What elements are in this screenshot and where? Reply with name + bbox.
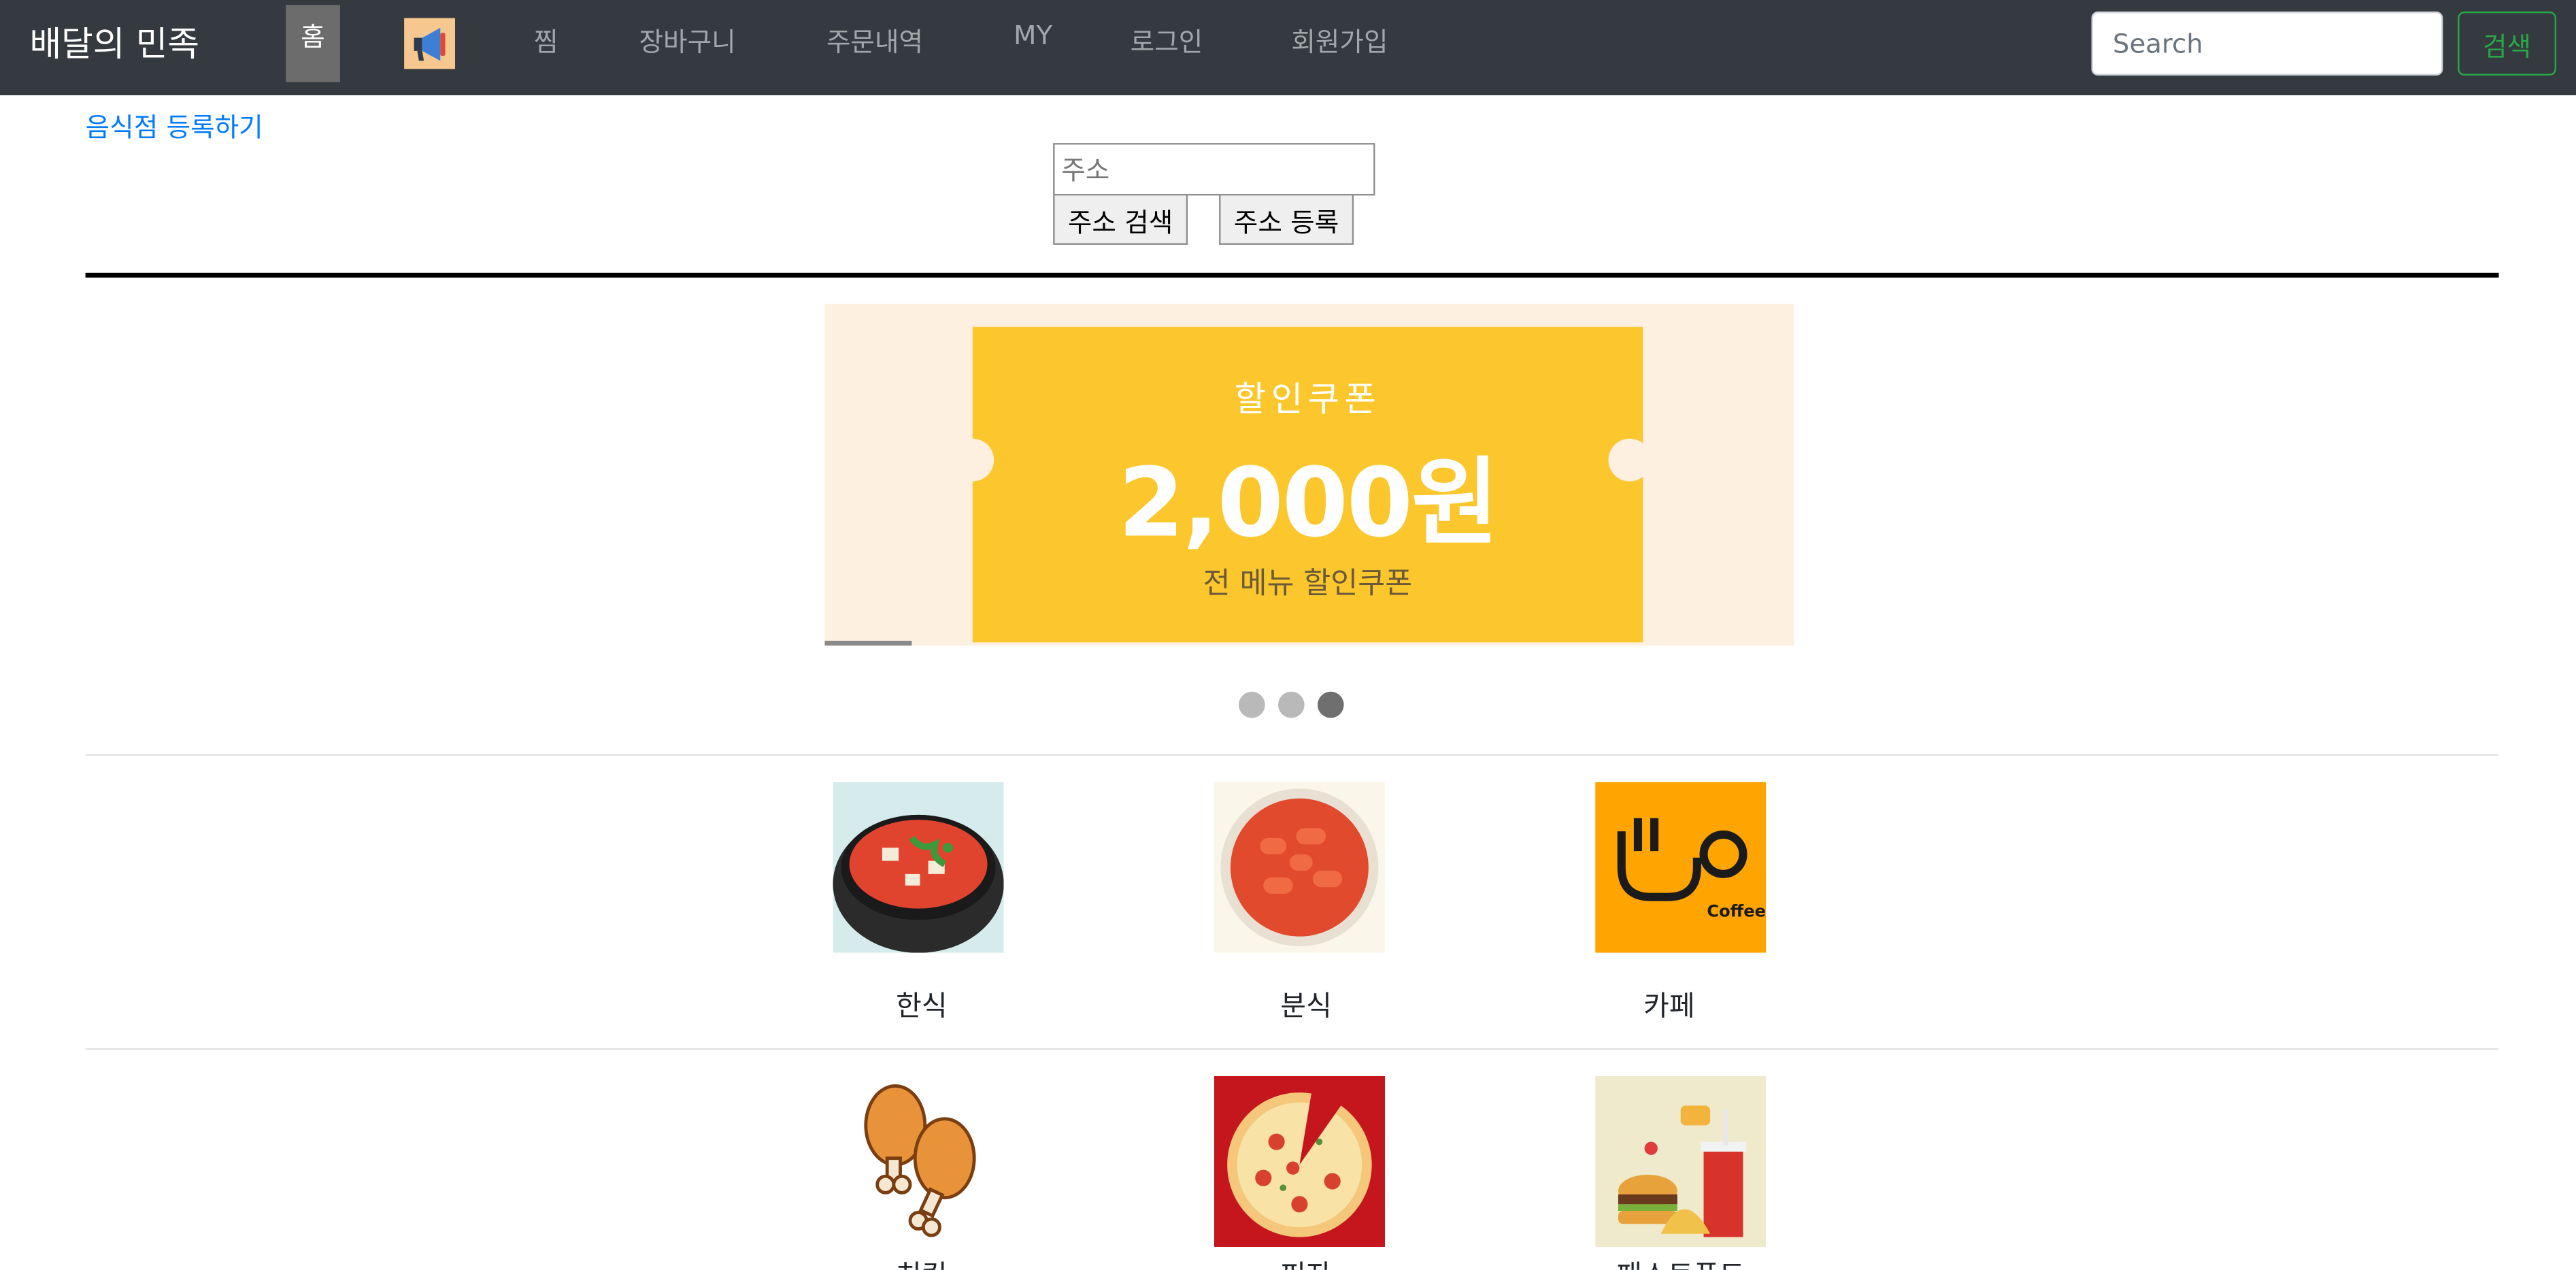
nav-home[interactable]: 홈 [286, 5, 340, 82]
cafe-logo-text: Coffee [1707, 902, 1766, 921]
category-label-snack[interactable]: 분식 [1220, 982, 1391, 1023]
nav-orders[interactable]: 주문내역 [826, 20, 923, 59]
coupon-amount: 2,000원 [1118, 446, 1499, 559]
nav-cart[interactable]: 장바구니 [639, 20, 736, 59]
row-divider [85, 754, 2499, 756]
carousel-indicator-1[interactable] [1239, 691, 1265, 718]
page: 배달의 민족 홈 찜 장바구니 주문내역 MY 로그인 회원가입 검색 음식점 … [0, 0, 2576, 1270]
nav-login[interactable]: 로그인 [1131, 20, 1203, 59]
coupon-notch-right [1608, 438, 1652, 482]
navbar: 배달의 민족 홈 찜 장바구니 주문내역 MY 로그인 회원가입 검색 [0, 0, 2576, 96]
slide-progress-bar [824, 640, 912, 646]
coupon-subtitle: 전 메뉴 할인쿠폰 [1203, 567, 1413, 601]
chicken-icon[interactable] [833, 1075, 1004, 1248]
pizza-icon[interactable] [1214, 1075, 1385, 1248]
category-label-chicken[interactable]: 치킨 [836, 1252, 1007, 1269]
category-label-cafe[interactable]: 카페 [1584, 982, 1754, 1023]
megaphone-icon[interactable] [404, 18, 456, 69]
address-search-button[interactable]: 주소 검색 [1053, 193, 1188, 245]
category-label-korean[interactable]: 한식 [836, 982, 1007, 1023]
nav-favorites[interactable]: 찜 [534, 20, 558, 59]
category-label-pizza[interactable]: 피자 [1220, 1252, 1391, 1269]
tteokbokki-icon[interactable] [1214, 782, 1385, 953]
coupon-card: 할인쿠폰 2,000원 전 메뉴 할인쿠폰 [972, 327, 1643, 643]
korean-food-icon[interactable] [833, 782, 1004, 953]
nav-my[interactable]: MY [1014, 20, 1052, 51]
fastfood-icon[interactable] [1595, 1075, 1767, 1248]
brand-logo[interactable]: 배달의 민족 [29, 18, 199, 67]
section-divider [85, 272, 2499, 278]
address-register-button[interactable]: 주소 등록 [1219, 193, 1354, 245]
carousel-indicator-2[interactable] [1278, 691, 1305, 718]
category-label-fastfood[interactable]: 패스트푸드 [1595, 1252, 1766, 1269]
search-button[interactable]: 검색 [2458, 11, 2557, 76]
coupon-title: 할인쿠폰 [1234, 379, 1382, 419]
row-divider [85, 1048, 2499, 1050]
carousel-indicator-3[interactable] [1317, 691, 1344, 718]
coupon-notch-left [951, 438, 994, 482]
cafe-icon[interactable]: Coffee [1595, 782, 1767, 953]
register-restaurant-link[interactable]: 음식점 등록하기 [86, 105, 263, 145]
promo-banner[interactable]: 할인쿠폰 2,000원 전 메뉴 할인쿠폰 [824, 303, 1794, 646]
nav-signup[interactable]: 회원가입 [1291, 20, 1388, 59]
search-input[interactable] [2091, 11, 2443, 76]
address-input[interactable] [1053, 143, 1375, 196]
